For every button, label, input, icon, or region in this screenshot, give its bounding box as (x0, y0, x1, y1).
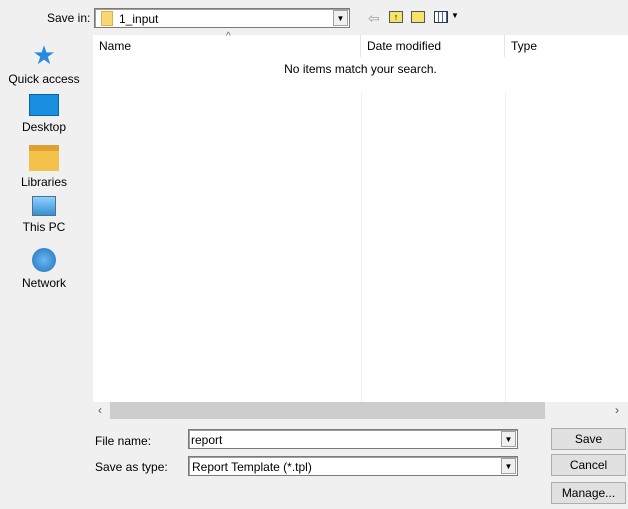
cancel-button[interactable]: Cancel (551, 454, 626, 476)
save-as-type-value: Report Template (*.tpl) (192, 460, 312, 474)
sidebar-item-libraries[interactable]: Libraries (0, 145, 88, 189)
save-in-label: Save in: (47, 11, 91, 25)
horizontal-scrollbar[interactable]: ‹ › (93, 402, 628, 419)
sidebar-item-network[interactable]: Network (0, 248, 88, 290)
chevron-down-icon[interactable]: ▼ (333, 10, 348, 26)
chevron-down-icon[interactable]: ▼ (501, 458, 516, 474)
computer-icon (32, 196, 56, 216)
save-as-type-label: Save as type: (95, 460, 168, 474)
desktop-icon (29, 94, 59, 116)
column-header-type[interactable]: Type (505, 35, 628, 57)
chevron-down-icon[interactable]: ▼ (501, 431, 516, 447)
sidebar-item-label: Network (21, 276, 66, 290)
column-divider (361, 92, 362, 402)
file-name-input[interactable]: report ▼ (188, 429, 518, 449)
column-label: Date modified (367, 39, 442, 53)
view-menu-icon[interactable] (434, 11, 448, 23)
sidebar-item-label: Libraries (20, 175, 68, 189)
scroll-right-icon[interactable]: › (615, 403, 619, 417)
sidebar-item-label: Quick access (8, 72, 80, 86)
column-header-date-modified[interactable]: Date modified (361, 35, 505, 57)
column-label: Name (99, 39, 132, 53)
scroll-left-icon[interactable]: ‹ (98, 403, 102, 417)
sidebar-item-label: Desktop (21, 120, 67, 134)
sidebar-item-desktop[interactable]: Desktop (0, 94, 88, 134)
view-dropdown-icon[interactable]: ▼ (451, 11, 459, 20)
save-in-combo[interactable]: 1_input ▼ (94, 8, 350, 28)
column-label: Type (511, 39, 538, 53)
save-as-type-select[interactable]: Report Template (*.tpl) ▼ (188, 456, 518, 476)
sidebar-item-quick-access[interactable]: ★ Quick access (0, 42, 88, 86)
scrollbar-thumb[interactable] (110, 402, 545, 419)
file-name-value: report (191, 433, 223, 447)
column-divider (505, 92, 506, 402)
save-button[interactable]: Save (551, 428, 626, 450)
empty-message: No items match your search. (284, 62, 437, 76)
network-icon (32, 248, 56, 272)
manage-button[interactable]: Manage... (551, 482, 626, 504)
back-icon[interactable]: ⇦ (368, 10, 380, 27)
file-name-label: File name: (95, 434, 152, 448)
star-icon: ★ (32, 40, 56, 70)
new-folder-icon[interactable] (411, 11, 425, 23)
column-header-name[interactable]: Name (93, 35, 361, 57)
save-in-value: 1_input (119, 12, 159, 26)
file-list[interactable]: ^ Name Date modified Type No items match… (93, 31, 628, 419)
sidebar-item-this-pc[interactable]: This PC (0, 196, 88, 234)
sidebar-item-label: This PC (22, 220, 66, 234)
up-folder-icon[interactable]: ↑ (389, 11, 403, 23)
libraries-icon (29, 145, 59, 171)
folder-icon (101, 11, 113, 26)
